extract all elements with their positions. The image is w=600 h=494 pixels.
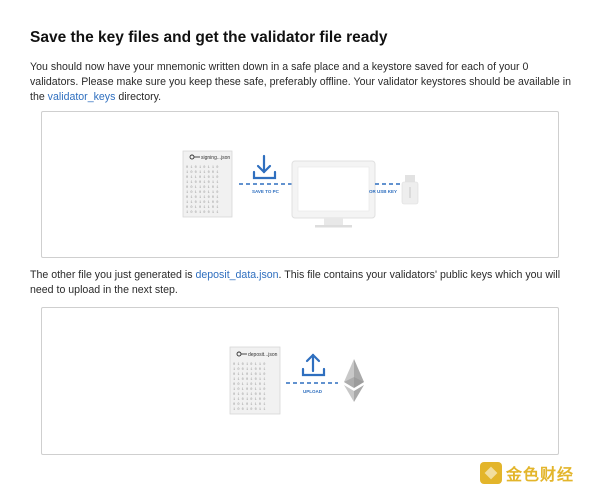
watermark-text: 金色财经 <box>506 467 575 484</box>
signing-file-label: signing...json <box>201 155 230 161</box>
deposit-instructions: The other file you just generated is dep… <box>30 268 575 298</box>
usb-key-icon <box>401 175 419 205</box>
svg-text:1 1 0 0 1 0 1 1: 1 1 0 0 1 0 1 1 <box>233 378 265 382</box>
svg-text:0 0 1 0 1 1 0 1: 0 0 1 0 1 1 0 1 <box>233 403 265 407</box>
download-icon <box>252 154 277 180</box>
save-keys-illustration: signing...json 0 1 0 1 0 1 1 0 1 0 0 1 1… <box>182 150 419 228</box>
save-to-pc-label: SAVE TO PC <box>252 189 280 194</box>
ethereum-icon <box>344 359 364 402</box>
watermark: 金色财经 <box>480 461 574 485</box>
signing-file-icon: signing...json 0 1 0 1 0 1 1 0 1 0 0 1 1… <box>182 150 233 218</box>
upload-icon <box>301 353 326 377</box>
svg-text:0 1 0 1 0 1 1 0: 0 1 0 1 0 1 1 0 <box>233 363 265 367</box>
svg-text:0 1 0 1 1 0 0 1: 0 1 0 1 1 0 0 1 <box>233 393 265 397</box>
upload-deposit-illustration: deposit...json 0 1 0 1 0 1 1 0 1 0 0 1 1… <box>229 346 364 415</box>
svg-text:0 0 1 1 0 1 0 1: 0 0 1 1 0 1 0 1 <box>186 186 218 190</box>
svg-text:0 0 1 0 1 1 0 1: 0 0 1 0 1 1 0 1 <box>186 206 218 210</box>
svg-text:1 1 0 1 0 1 0 0: 1 1 0 1 0 1 0 0 <box>186 201 218 205</box>
svg-text:1 0 1 0 0 1 1 0: 1 0 1 0 0 1 1 0 <box>233 388 265 392</box>
page: Save the key files and get the validator… <box>0 0 600 494</box>
computer-icon <box>291 160 376 228</box>
deposit-file-label: deposit...json <box>248 352 278 358</box>
keystore-instructions: You should now have your mnemonic writte… <box>30 60 575 105</box>
svg-text:0 1 0 1 0 1 1 0: 0 1 0 1 0 1 1 0 <box>186 166 218 170</box>
save-keys-illustration-panel: signing...json 0 1 0 1 0 1 1 0 1 0 0 1 1… <box>41 111 559 258</box>
page-title: Save the key files and get the validator… <box>30 29 388 46</box>
svg-text:0 0 1 1 0 1 0 1: 0 0 1 1 0 1 0 1 <box>233 383 265 387</box>
svg-text:1 1 0 0 1 0 1 1: 1 1 0 0 1 0 1 1 <box>186 181 218 185</box>
upload-label: UPLOAD <box>303 389 323 394</box>
svg-text:1 0 1 0 0 1 1 0: 1 0 1 0 0 1 1 0 <box>186 191 218 195</box>
svg-text:0 1 1 0 1 0 1 0: 0 1 1 0 1 0 1 0 <box>186 176 218 180</box>
svg-text:1 1 0 1 0 1 0 0: 1 1 0 1 0 1 0 0 <box>233 398 265 402</box>
deposit-data-link[interactable]: deposit_data.json <box>195 269 278 281</box>
keystore-text-after: directory. <box>115 91 162 103</box>
svg-text:0 1 0 1 1 0 0 1: 0 1 0 1 1 0 0 1 <box>186 196 218 200</box>
usb-key-label: OR USB KEY <box>369 189 397 194</box>
deposit-file-icon: deposit...json 0 1 0 1 0 1 1 0 1 0 0 1 1… <box>229 346 281 415</box>
svg-text:1 0 0 1 0 0 1 1: 1 0 0 1 0 0 1 1 <box>186 211 218 215</box>
svg-text:0 1 1 0 1 0 1 0: 0 1 1 0 1 0 1 0 <box>233 373 265 377</box>
svg-text:1 0 0 1 1 0 0 1: 1 0 0 1 1 0 0 1 <box>233 368 265 372</box>
deposit-text-before: The other file you just generated is <box>30 269 196 281</box>
validator-keys-link[interactable]: validator_keys <box>48 91 116 103</box>
svg-text:1 0 0 1 0 0 1 1: 1 0 0 1 0 0 1 1 <box>233 408 265 412</box>
upload-deposit-illustration-panel: deposit...json 0 1 0 1 0 1 1 0 1 0 0 1 1… <box>41 307 559 455</box>
watermark-logo-icon <box>480 462 502 484</box>
svg-text:1 0 0 1 1 0 0 1: 1 0 0 1 1 0 0 1 <box>186 171 218 175</box>
